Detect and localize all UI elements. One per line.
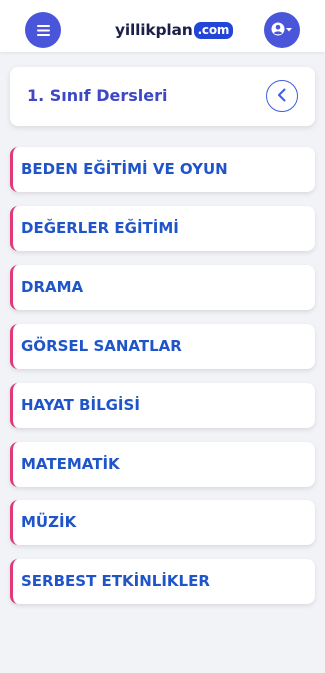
menu-button[interactable]: [25, 12, 61, 48]
course-label: BEDEN EĞİTİMİ VE OYUN: [21, 160, 228, 178]
site-logo[interactable]: yillikplan .com: [115, 18, 234, 42]
course-label: DEĞERLER EĞİTİMİ: [21, 219, 179, 237]
course-label: MÜZİK: [21, 513, 77, 531]
course-item[interactable]: HAYAT BİLGİSİ: [10, 383, 315, 428]
course-label: MATEMATİK: [21, 455, 120, 473]
course-item[interactable]: BEDEN EĞİTİMİ VE OYUN: [10, 147, 315, 192]
course-item[interactable]: DRAMA: [10, 265, 315, 310]
user-account-button[interactable]: [264, 12, 300, 48]
top-navbar: yillikplan .com: [0, 0, 325, 52]
course-item[interactable]: GÖRSEL SANATLAR: [10, 324, 315, 369]
category-header-card: 1. Sınıf Dersleri: [10, 67, 315, 126]
logo-text: yillikplan: [115, 21, 193, 39]
back-button[interactable]: [266, 80, 298, 112]
course-label: SERBEST ETKİNLİKLER: [21, 572, 210, 590]
course-item[interactable]: SERBEST ETKİNLİKLER: [10, 559, 315, 604]
course-label: DRAMA: [21, 278, 84, 296]
chevron-left-icon: [277, 87, 287, 106]
course-item[interactable]: DEĞERLER EĞİTİMİ: [10, 206, 315, 251]
course-item[interactable]: MATEMATİK: [10, 442, 315, 487]
category-title: 1. Sınıf Dersleri: [27, 86, 168, 105]
course-item[interactable]: MÜZİK: [10, 500, 315, 545]
hamburger-menu-icon: [36, 21, 50, 40]
logo-domain-badge: .com: [193, 21, 234, 39]
course-label: HAYAT BİLGİSİ: [21, 396, 140, 414]
user-circle-icon: [271, 21, 293, 40]
course-label: GÖRSEL SANATLAR: [21, 337, 182, 355]
